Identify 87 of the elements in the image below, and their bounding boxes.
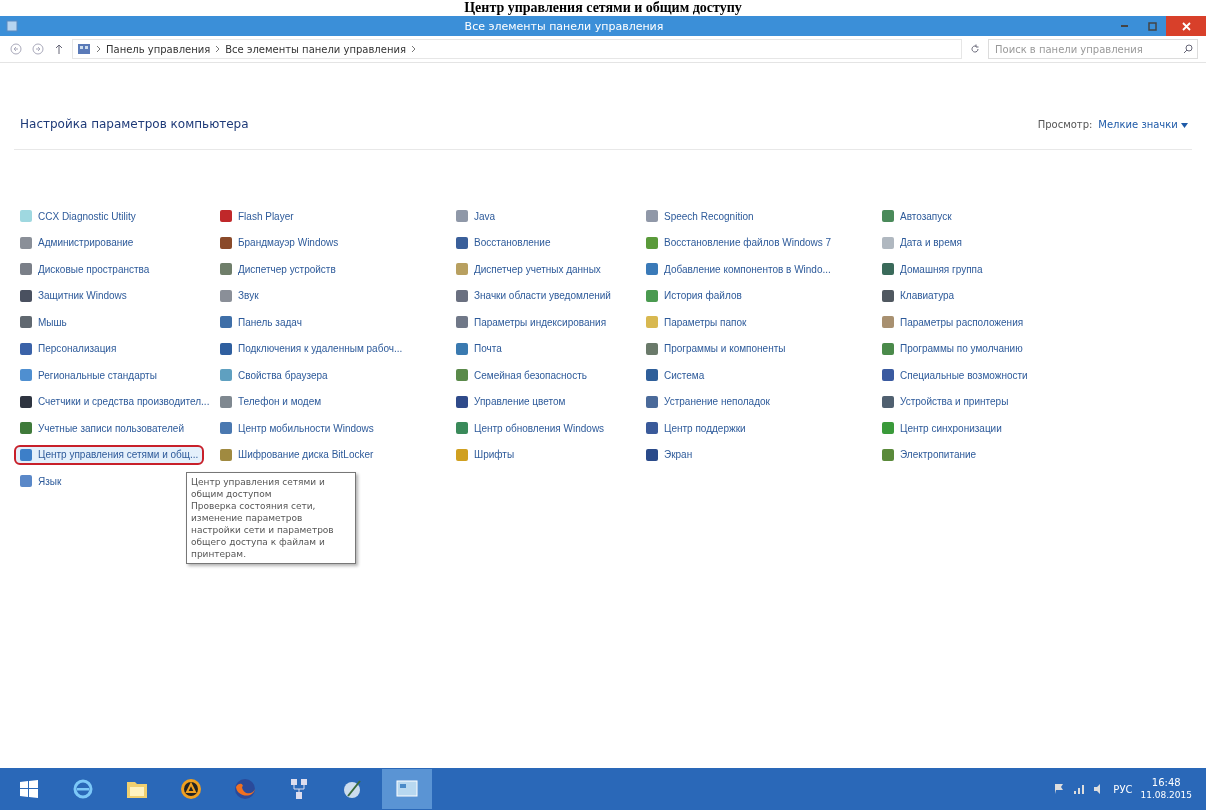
control-panel-item[interactable]: Учетные записи пользователей (14, 418, 190, 438)
caret-icon (1181, 122, 1188, 128)
control-panel-item[interactable]: Экран (640, 444, 699, 465)
window-title: Все элементы панели управления (463, 19, 665, 33)
control-panel-item[interactable]: Добавление компонентов в Windo... (640, 259, 837, 279)
control-panel-item[interactable]: Восстановление файлов Windows 7 (640, 232, 838, 253)
chevron-icon (96, 45, 101, 53)
control-panel-item[interactable]: История файлов (640, 285, 748, 306)
breadcrumb[interactable]: Панель управления (106, 43, 211, 55)
network-icon (288, 777, 310, 801)
language-indicator[interactable]: РУС (1113, 783, 1133, 795)
control-panel-item[interactable]: Звук (214, 285, 265, 306)
document-heading: Центр управления сетями и общим доступу (464, 0, 742, 16)
tooltip: Центр управления сетями и общим доступом Проверка состояния сети, изменение параметров настройки сети и параметров общего доступа к файлам и принтерам. (186, 471, 356, 564)
control-panel-item[interactable]: Телефон и модем (214, 391, 328, 412)
control-panel-item[interactable]: Java (450, 206, 502, 226)
control-panel-icon (77, 43, 91, 55)
chevron-icon (410, 45, 416, 53)
control-panel-item[interactable]: Автозапуск (876, 206, 958, 226)
control-panel-item[interactable]: Защитник Windows (14, 285, 133, 306)
browser-globe-icon (233, 777, 257, 801)
control-panel-item[interactable]: Параметры папок (640, 312, 753, 332)
control-panel-item[interactable]: Подключения к удаленным рабоч... (214, 338, 409, 359)
control-panel-item[interactable]: Центр синхронизации (876, 418, 1008, 438)
control-panel-item[interactable]: Устранение неполадок (640, 391, 776, 412)
close-icon (1181, 21, 1191, 31)
window-icon (6, 20, 18, 32)
flag-icon (1053, 783, 1066, 795)
control-panel-icon (396, 779, 418, 799)
clock-date: 11.08.2015 (1140, 789, 1192, 802)
control-panel-item[interactable]: Шифрование диска BitLocker (214, 444, 380, 465)
control-panel-item[interactable]: Параметры расположения (876, 312, 1030, 332)
chevron-icon (215, 45, 221, 53)
windows-logo-icon (18, 778, 40, 800)
control-panel-item[interactable]: CCX Diagnostic Utility (14, 206, 142, 226)
control-panel-item[interactable]: Администрирование (14, 232, 140, 253)
control-panel-item[interactable]: Мышь (14, 312, 73, 332)
control-panel-item[interactable]: Центр поддержки (640, 418, 752, 438)
triangle-circle-icon (179, 777, 203, 801)
forward-button[interactable] (30, 43, 46, 55)
search-icon (1183, 44, 1193, 54)
control-panel-item[interactable]: Устройства и принтеры (876, 391, 1015, 412)
minimize-icon (1120, 25, 1128, 27)
control-panel-item[interactable]: Почта (450, 338, 508, 359)
control-panel-item[interactable]: Диспетчер устройств (214, 259, 342, 279)
control-panel-item[interactable]: Брандмауэр Windows (214, 232, 345, 253)
control-panel-item[interactable]: Специальные возможности (876, 365, 1034, 385)
letter-e-icon (71, 777, 95, 801)
refresh-button[interactable] (968, 44, 982, 54)
control-panel-item[interactable]: Управление цветом (450, 391, 572, 412)
network-signal-icon (1073, 783, 1086, 795)
control-panel-item[interactable]: Панель задач (214, 312, 308, 332)
control-panel-item[interactable]: Flash Player (214, 206, 300, 226)
page-heading: Настройка параметров компьютера (20, 117, 250, 131)
view-label: Просмотр: (1037, 118, 1093, 130)
view-dropdown[interactable]: Мелкие значки (1098, 118, 1188, 130)
search-field[interactable]: Поиск в панели управления (988, 39, 1198, 59)
control-panel-item[interactable]: Региональные стандарты (14, 365, 163, 385)
brush-icon (342, 778, 364, 800)
control-panel-item[interactable]: Свойства браузера (214, 365, 334, 385)
breadcrumb[interactable]: Все элементы панели управления (225, 43, 406, 55)
control-panel-item[interactable]: Восстановление (450, 232, 557, 253)
maximize-icon (1147, 21, 1157, 31)
control-panel-item[interactable]: Электропитание (876, 444, 983, 465)
control-panel-item[interactable]: Шрифты (450, 444, 521, 465)
back-button[interactable] (8, 43, 24, 55)
control-panel-item[interactable]: Система (640, 365, 711, 385)
address-field[interactable]: Панель управления Все элементы панели управления (72, 39, 962, 59)
control-panel-item[interactable]: Счетчики и средства производител... (14, 391, 216, 412)
control-panel-item[interactable]: Speech Recognition (640, 206, 760, 226)
control-panel-item[interactable]: Программы и компоненты (640, 338, 792, 359)
control-panel-item[interactable]: Программы по умолчанию (876, 338, 1029, 359)
clock-time: 16:48 (1151, 776, 1181, 789)
close-button[interactable] (1166, 16, 1206, 36)
control-panel-item[interactable]: Персонализация (14, 338, 123, 359)
control-panel-item[interactable]: Дата и время (876, 232, 968, 253)
control-panel-item[interactable]: Язык (14, 471, 68, 491)
control-panel-item[interactable]: Центр мобильности Windows (214, 418, 380, 438)
control-panel-item[interactable]: Домашняя группа (876, 259, 989, 279)
control-panel-item[interactable]: Центр обновления Windows (450, 418, 611, 438)
control-panel-item[interactable]: Дисковые пространства (14, 259, 156, 279)
control-panel-item[interactable]: Параметры индексирования (450, 312, 613, 332)
control-panel-item[interactable]: Клавиатура (876, 285, 961, 306)
control-panel-item[interactable]: Значки области уведомлений (450, 285, 617, 306)
control-panel-item[interactable]: Семейная безопасность (450, 365, 593, 385)
control-panel-item[interactable]: Центр управления сетями и общ... (14, 444, 205, 465)
control-panel-item[interactable]: Диспетчер учетных данных (450, 259, 607, 279)
